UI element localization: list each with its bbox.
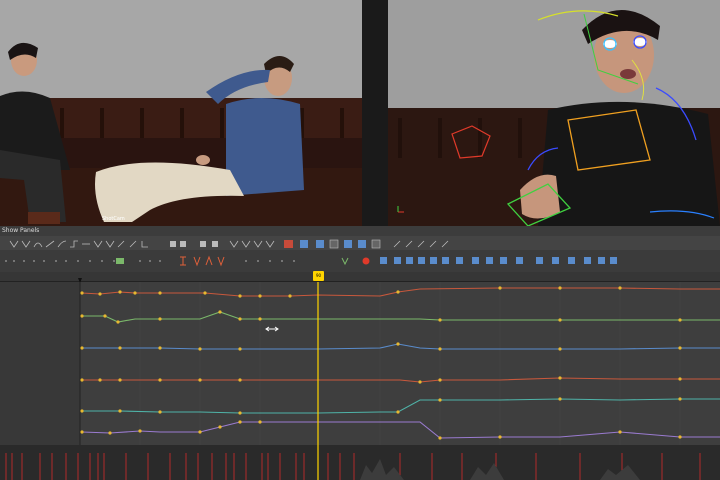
curve-purple <box>81 421 720 439</box>
curve-green <box>82 311 720 323</box>
graph-editor-toolbar-secondary <box>0 250 720 272</box>
menu-show[interactable]: Show <box>2 227 18 234</box>
graph-time-ruler[interactable] <box>0 272 720 287</box>
current-frame-indicator[interactable]: 90 <box>313 271 324 281</box>
normalize-icon <box>129 240 137 248</box>
toolbar2-icons <box>5 255 617 267</box>
shot-camera-viewport[interactable]: ShotCam <box>0 0 362 226</box>
viewport-divider[interactable] <box>362 0 388 226</box>
key-stats-icon <box>284 240 293 248</box>
rig-scene <box>388 0 720 226</box>
maya-window: ShotCam Show Panels 90 <box>0 0 720 480</box>
curve-red-2 <box>82 377 720 383</box>
tangent-clamped-icon <box>57 240 67 248</box>
keyframes <box>80 286 682 440</box>
move-key-icon <box>9 240 19 248</box>
viewport-scene <box>0 0 362 226</box>
tangent-linear-icon <box>45 240 55 248</box>
curve-red <box>81 287 720 297</box>
frame-all-icon <box>316 240 324 248</box>
curve-blue <box>82 343 720 350</box>
cursor-icon <box>265 326 279 332</box>
graph-editor-menubar: Show Panels <box>0 226 720 236</box>
curve-graph[interactable] <box>0 282 720 445</box>
camera-label: ShotCam <box>102 216 125 222</box>
frame-selection-icon <box>344 240 352 248</box>
perspective-viewport[interactable] <box>388 0 720 226</box>
tangent-spline-icon <box>33 242 43 248</box>
curve-teal <box>82 398 720 414</box>
axis-gizmo-icon <box>397 206 404 213</box>
menu-panels[interactable]: Panels <box>20 227 39 234</box>
time-slider-ticks <box>0 445 720 480</box>
toolbar-icons <box>9 239 449 249</box>
buffer-curve-icon <box>141 241 148 248</box>
insert-key-icon <box>21 240 31 248</box>
unify-tangents-icon <box>105 240 115 248</box>
weighted-tangents-icon <box>117 240 125 248</box>
graph-editor-view[interactable] <box>0 282 720 445</box>
graph-editor-toolbar <box>0 236 720 250</box>
tangent-stepped-icon <box>70 240 78 248</box>
time-slider[interactable] <box>0 445 720 480</box>
curve-filter-icon <box>116 258 124 264</box>
break-tangents-icon <box>93 240 103 248</box>
